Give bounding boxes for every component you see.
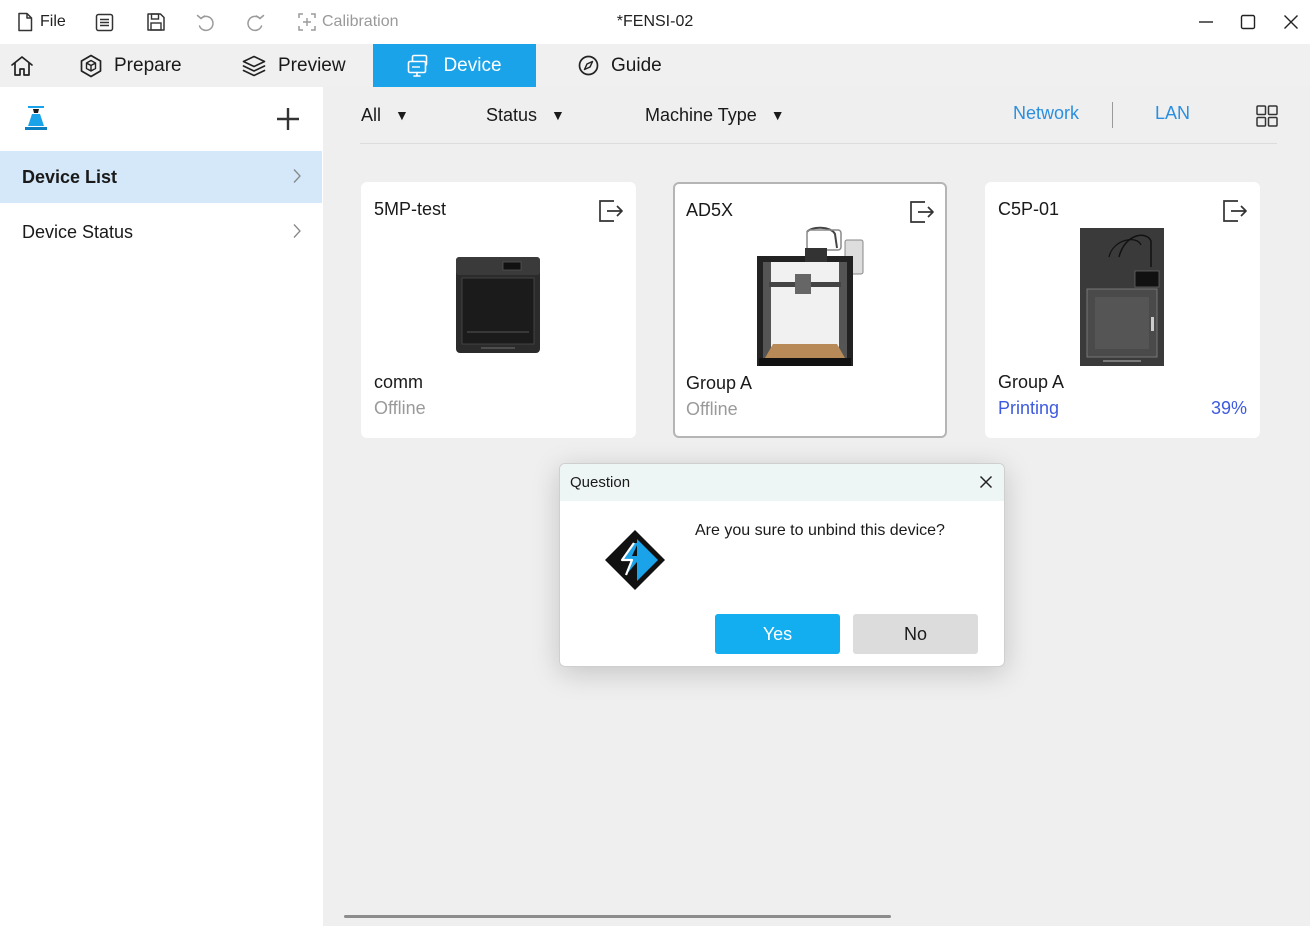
- unbind-icon: [1223, 200, 1247, 222]
- close-icon: [979, 475, 993, 489]
- dialog-header: Question: [560, 464, 1004, 501]
- undo-icon: [196, 14, 214, 32]
- print-progress: 39%: [1210, 398, 1247, 418]
- filter-all-label: All: [361, 104, 382, 125]
- network-link[interactable]: Network: [1013, 103, 1079, 124]
- unbind-button[interactable]: [598, 198, 624, 229]
- filter-machine-type-label: Machine Type: [645, 104, 757, 125]
- device-card-ad5x[interactable]: AD5X Group A Offline: [673, 182, 947, 438]
- tab-prepare-label: Prepare: [114, 54, 182, 76]
- device-status: Offline: [374, 398, 426, 418]
- file-menu-label: File: [40, 13, 66, 30]
- device-group: Group A: [686, 373, 753, 393]
- redo-icon: [247, 14, 265, 32]
- compass-icon: [578, 55, 599, 76]
- sidebar-item-device-list[interactable]: Device List: [0, 151, 322, 203]
- device-status: Offline: [686, 399, 738, 419]
- device-group: comm: [374, 372, 423, 392]
- layers-icon: [242, 55, 266, 76]
- chevron-down-icon: ▼: [395, 107, 409, 123]
- sidebar-item-label: Device List: [22, 166, 118, 187]
- unbind-button[interactable]: [1222, 198, 1248, 229]
- horizontal-scrollbar[interactable]: [344, 915, 891, 918]
- save-button[interactable]: [146, 0, 166, 44]
- chevron-right-icon: [293, 224, 301, 238]
- filter-status-label: Status: [486, 104, 538, 125]
- maximize-icon: [1240, 14, 1256, 30]
- unbind-icon: [599, 200, 623, 222]
- minimize-icon: [1199, 21, 1213, 23]
- device-icon: [408, 54, 428, 77]
- calibration-menu[interactable]: Calibration: [298, 0, 398, 44]
- printer-image: [1080, 228, 1164, 366]
- tab-device-label: Device: [443, 54, 502, 76]
- unbind-confirm-dialog: Question Are you sure to unbind this dev…: [559, 463, 1005, 667]
- close-icon: [1284, 15, 1298, 29]
- yes-button[interactable]: Yes: [715, 614, 840, 654]
- no-button[interactable]: No: [853, 614, 978, 654]
- tab-home[interactable]: [0, 44, 44, 87]
- unbind-button[interactable]: [909, 199, 935, 230]
- device-name: AD5X: [686, 200, 734, 220]
- tab-preview[interactable]: Preview: [242, 44, 346, 87]
- lan-link[interactable]: LAN: [1155, 103, 1190, 124]
- device-card-c5p-01[interactable]: C5P-01 Group A Printing 39%: [985, 182, 1260, 438]
- tab-guide[interactable]: Guide: [578, 44, 662, 87]
- tab-device[interactable]: Device: [373, 44, 536, 87]
- tab-prepare[interactable]: Prepare: [80, 44, 182, 87]
- prepare-icon: [80, 54, 102, 77]
- minimize-button[interactable]: [1186, 0, 1226, 44]
- chevron-right-icon: [293, 169, 301, 183]
- device-name: C5P-01: [998, 199, 1060, 219]
- home-icon: [11, 55, 33, 76]
- printer-image: [456, 257, 540, 353]
- brand-icon: [24, 105, 48, 136]
- file-icon: [18, 12, 33, 32]
- dialog-close-button[interactable]: [976, 472, 996, 492]
- grid-view-button[interactable]: [1256, 105, 1278, 132]
- filter-status-dropdown[interactable]: Status ▼: [486, 103, 565, 127]
- file-menu[interactable]: File: [16, 0, 66, 44]
- tab-preview-label: Preview: [278, 54, 346, 76]
- document-button[interactable]: [95, 0, 114, 44]
- device-group: Group A: [998, 372, 1065, 392]
- device-card-5mp-test[interactable]: 5MP-test comm Offline: [361, 182, 636, 438]
- sidebar-item-device-status[interactable]: Device Status: [0, 206, 322, 258]
- redo-button[interactable]: [246, 0, 266, 44]
- filter-all-dropdown[interactable]: All ▼: [361, 103, 409, 127]
- dialog-message: Are you sure to unbind this device?: [695, 522, 945, 539]
- divider: [360, 143, 1277, 144]
- save-icon: [147, 13, 165, 31]
- chevron-down-icon: ▼: [770, 107, 785, 123]
- sidebar-item-label: Device Status: [22, 221, 134, 242]
- main-nav: Prepare Preview Device Guide: [0, 44, 1310, 87]
- title-bar: File Calibration *FENSI-02: [0, 0, 1310, 44]
- tab-guide-label: Guide: [611, 54, 662, 76]
- sidebar: Device List Device Status: [0, 87, 323, 926]
- printer-image: [757, 226, 864, 366]
- device-status: Printing: [998, 398, 1060, 418]
- document-icon: [95, 13, 114, 31]
- add-icon: [277, 108, 299, 130]
- flashforge-logo: [605, 530, 665, 590]
- maximize-button[interactable]: [1228, 0, 1268, 44]
- calibration-icon: [298, 13, 316, 31]
- dialog-title: Question: [570, 474, 631, 491]
- device-name: 5MP-test: [374, 199, 447, 219]
- grid-view-icon: [1256, 105, 1278, 127]
- unbind-icon: [910, 201, 934, 223]
- calibration-menu-label: Calibration: [322, 13, 399, 30]
- chevron-down-icon: ▼: [551, 107, 565, 123]
- undo-button[interactable]: [195, 0, 215, 44]
- filter-machine-type-dropdown[interactable]: Machine Type ▼: [645, 103, 785, 127]
- divider: [1112, 102, 1113, 128]
- add-device-button[interactable]: [276, 107, 300, 131]
- close-window-button[interactable]: [1271, 0, 1310, 44]
